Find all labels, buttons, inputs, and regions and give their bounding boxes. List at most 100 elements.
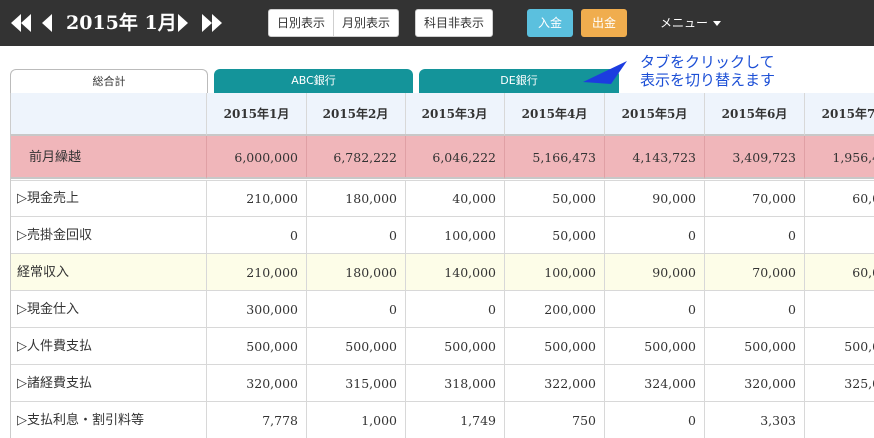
table-cell: 210,000 [207, 254, 307, 291]
column-header: 2015年5月 [605, 93, 705, 136]
row-label: ▷諸経費支払 [11, 365, 207, 402]
table-cell: 0 [805, 217, 874, 254]
table-cell: 0 [705, 217, 805, 254]
table-header-corner [11, 93, 207, 136]
table-cell: 5,166,473 [505, 136, 605, 179]
table-cell: 50,000 [505, 217, 605, 254]
table-cell: 320,000 [207, 365, 307, 402]
table-cell: 318,000 [405, 365, 505, 402]
column-header: 2015年4月 [505, 93, 605, 136]
table-cell: 40,000 [405, 180, 505, 217]
table-cell: 1,956,423 [805, 136, 874, 179]
top-toolbar: 2015年 1月 日別表示 月別表示 科目非表示 入金 出金 メニュー [0, 0, 874, 46]
table-row[interactable]: ▷人件費支払 500,000 500,000 500,000 500,000 500,00… [11, 328, 874, 365]
table-cell: 60,000 [805, 254, 874, 291]
table-cell: 100,000 [505, 254, 605, 291]
row-label: ▷現金売上 [11, 180, 207, 217]
hide-items-button[interactable]: 科目非表示 [415, 9, 494, 37]
table-cell: 70,000 [705, 180, 805, 217]
table-cell: 3,409,723 [705, 136, 805, 179]
table-cell: 140,000 [405, 254, 505, 291]
hint-line-1: タブをクリックして [640, 53, 775, 71]
table-cell: 322,000 [505, 365, 605, 402]
table-cell: 60,000 [805, 180, 874, 217]
caret-down-icon [713, 21, 722, 26]
withdrawal-button[interactable]: 出金 [581, 9, 627, 37]
table-cell: 3,303 [705, 402, 805, 438]
table-cell: 500,000 [505, 328, 605, 365]
month-title: 2015年 1月 [66, 12, 177, 34]
table-cell: 500,000 [306, 328, 406, 365]
table-cell: 500,000 [605, 328, 705, 365]
table-cell: 0 [605, 402, 705, 438]
table-cell: 0 [805, 291, 874, 328]
table-cell: 325,000 [805, 365, 874, 402]
hint-note: タブをクリックして 表示を切り替えます [640, 53, 870, 89]
chevron-right-icon[interactable] [177, 12, 189, 34]
table-cell: 180,000 [306, 254, 406, 291]
view-mode-group: 日別表示 月別表示 [268, 9, 400, 37]
table-cell: 6,000,000 [207, 136, 307, 179]
table-cell: 200,000 [505, 291, 605, 328]
table-cell: 300,000 [207, 291, 307, 328]
table-cell: 0 [207, 217, 307, 254]
table-cell: 0 [306, 291, 406, 328]
table-cell: 0 [805, 402, 874, 438]
table-cell: 324,000 [605, 365, 705, 402]
arrow-pointer-icon [583, 61, 627, 84]
column-header: 2015年1月 [207, 93, 307, 136]
table-cell: 100,000 [405, 217, 505, 254]
table-cell: 70,000 [705, 254, 805, 291]
table-row[interactable]: ▷現金仕入300,00000200,000000 [11, 291, 874, 328]
table-cell: 6,782,222 [306, 136, 406, 179]
table-cell: 500,000 [805, 328, 874, 365]
table-cell: 50,000 [505, 180, 605, 217]
table-row[interactable]: ▷現金売上 210,000 180,000 40,000 50,000 90,000 70,… [11, 180, 874, 217]
double-chevron-right-icon[interactable] [201, 12, 223, 34]
table-row[interactable]: ▷諸経費支払 320,000 315,000 318,000 322,000 324,00… [11, 365, 874, 402]
table-cell: 315,000 [306, 365, 406, 402]
table-cell: 210,000 [207, 180, 307, 217]
table-cell: 6,046,222 [405, 136, 505, 179]
column-header: 2015年6月 [705, 93, 805, 136]
cashflow-table[interactable]: 2015年1月 2015年2月 2015年3月 2015年4月 2015年5月 2015年… [10, 93, 874, 438]
table-cell: 0 [405, 291, 505, 328]
table-row: 経常収入 210,000 180,000 140,000 100,000 90,000 70… [11, 254, 874, 291]
chevron-left-icon[interactable] [41, 12, 53, 34]
table-cell: 0 [306, 217, 406, 254]
column-header: 2015年2月 [306, 93, 406, 136]
menu-dropdown[interactable]: メニュー [660, 9, 722, 37]
tab-abc-bank[interactable]: ABC銀行 [214, 69, 413, 93]
menu-label: メニュー [660, 16, 709, 30]
row-label: ▷支払利息・割引料等 [11, 402, 207, 438]
table-cell: 750 [505, 402, 605, 438]
table-cell: 500,000 [705, 328, 805, 365]
double-chevron-left-icon[interactable] [10, 12, 32, 34]
row-label: ▷売掛金回収 [11, 217, 207, 254]
table-cell: 0 [705, 291, 805, 328]
tab-total[interactable]: 総合計 [10, 69, 208, 93]
hint-line-2: 表示を切り替えます [640, 71, 776, 89]
deposit-button[interactable]: 入金 [527, 9, 573, 37]
column-header: 2015年7月 [805, 93, 874, 136]
row-label: ▷人件費支払 [11, 328, 207, 365]
table-row[interactable]: ▷支払利息・割引料等7,7781,0001,74975003,3030 [11, 402, 874, 438]
table-cell: 4,143,723 [605, 136, 705, 179]
table-cell: 320,000 [705, 365, 805, 402]
table-cell: 90,000 [605, 180, 705, 217]
month-view-button[interactable]: 月別表示 [334, 9, 400, 37]
table-cell: 500,000 [405, 328, 505, 365]
row-label: 経常収入 [11, 254, 207, 291]
table-cell: 0 [605, 291, 705, 328]
table-row[interactable]: ▷売掛金回収00100,00050,000000 [11, 217, 874, 254]
day-view-button[interactable]: 日別表示 [268, 9, 335, 37]
table-cell: 1,749 [405, 402, 505, 438]
row-label: ▷現金仕入 [11, 291, 207, 328]
table-cell: 90,000 [605, 254, 705, 291]
column-header: 2015年3月 [405, 93, 505, 136]
carryover-row: 前月繰越 6,000,000 6,782,222 6,046,222 5,166,473… [11, 136, 874, 179]
table-cell: 1,000 [306, 402, 406, 438]
table-header-row: 2015年1月 2015年2月 2015年3月 2015年4月 2015年5月 2015年… [11, 93, 874, 136]
table-cell: 500,000 [207, 328, 307, 365]
table-cell: 7,778 [207, 402, 307, 438]
